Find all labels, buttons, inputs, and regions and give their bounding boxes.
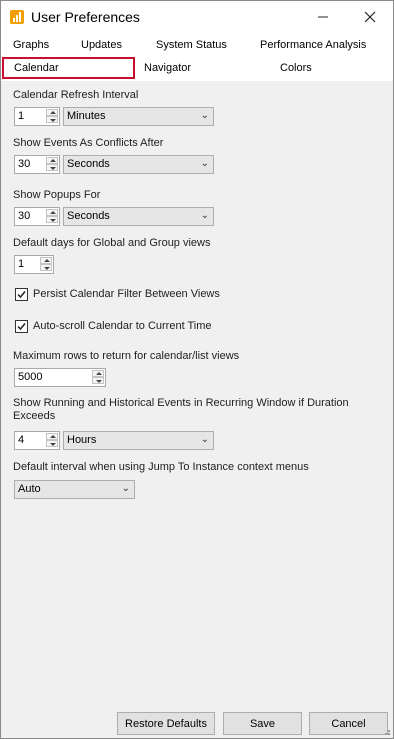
increment-icon[interactable]: [46, 157, 58, 164]
tab-system-status[interactable]: System Status: [156, 39, 227, 51]
checkmark-icon: [17, 291, 26, 299]
conflicts-after-label: Show Events As Conflicts After: [13, 137, 164, 149]
close-icon[interactable]: [347, 1, 393, 33]
decrement-icon[interactable]: [46, 216, 58, 223]
chevron-down-icon: ⌄: [121, 483, 130, 494]
chevron-down-icon: ⌄: [200, 210, 209, 221]
chevron-down-icon: ⌄: [200, 110, 209, 121]
refresh-interval-unit-select[interactable]: Minutes ⌄: [63, 107, 214, 126]
increment-icon[interactable]: [92, 370, 104, 377]
calendar-settings-panel: Calendar Refresh Interval 1 Minutes ⌄ Sh…: [1, 81, 393, 707]
tab-updates[interactable]: Updates: [81, 39, 122, 51]
chevron-down-icon: ⌄: [200, 158, 209, 169]
jump-interval-select[interactable]: Auto ⌄: [14, 480, 135, 499]
tab-graphs[interactable]: Graphs: [13, 39, 49, 51]
restore-defaults-button[interactable]: Restore Defaults: [117, 712, 215, 735]
minimize-icon[interactable]: [300, 1, 346, 33]
cancel-button[interactable]: Cancel: [309, 712, 388, 735]
persist-filter-checkbox[interactable]: [15, 288, 28, 301]
conflicts-after-stepper[interactable]: 30: [14, 155, 60, 174]
default-days-label: Default days for Global and Group views: [13, 237, 211, 249]
decrement-icon[interactable]: [46, 116, 58, 123]
tab-colors[interactable]: Colors: [280, 62, 312, 74]
refresh-interval-stepper[interactable]: 1: [14, 107, 60, 126]
decrement-icon[interactable]: [40, 264, 52, 271]
user-preferences-window: User Preferences Graphs Updates System S…: [0, 0, 394, 739]
title-bar: User Preferences: [1, 1, 393, 33]
tab-performance-analysis[interactable]: Performance Analysis: [260, 39, 366, 51]
decrement-icon[interactable]: [46, 164, 58, 171]
app-icon: [10, 10, 24, 24]
running-events-label-line1: Show Running and Historical Events in Re…: [13, 397, 349, 409]
decrement-icon[interactable]: [92, 377, 104, 384]
decrement-icon[interactable]: [46, 440, 58, 447]
tab-navigator[interactable]: Navigator: [144, 62, 191, 74]
popups-for-label: Show Popups For: [13, 189, 101, 201]
increment-icon[interactable]: [46, 209, 58, 216]
chevron-down-icon: ⌄: [200, 434, 209, 445]
popups-for-stepper[interactable]: 30: [14, 207, 60, 226]
running-events-label-line2: Exceeds: [13, 410, 56, 422]
refresh-interval-label: Calendar Refresh Interval: [13, 89, 139, 101]
dialog-footer: Restore Defaults Save Cancel: [1, 707, 393, 738]
increment-icon[interactable]: [40, 257, 52, 264]
autoscroll-checkbox[interactable]: [15, 320, 28, 333]
max-rows-stepper[interactable]: 5000: [14, 368, 106, 387]
window-title: User Preferences: [31, 9, 140, 25]
conflicts-after-unit-select[interactable]: Seconds ⌄: [63, 155, 214, 174]
tab-calendar[interactable]: Calendar: [2, 57, 135, 79]
autoscroll-label: Auto-scroll Calendar to Current Time: [33, 320, 212, 332]
running-events-stepper[interactable]: 4: [14, 431, 60, 450]
save-button[interactable]: Save: [223, 712, 302, 735]
tab-strip: Graphs Updates System Status Performance…: [1, 33, 393, 81]
increment-icon[interactable]: [46, 433, 58, 440]
persist-filter-label: Persist Calendar Filter Between Views: [33, 288, 220, 300]
checkmark-icon: [17, 323, 26, 331]
default-days-stepper[interactable]: 1: [14, 255, 54, 274]
popups-for-unit-select[interactable]: Seconds ⌄: [63, 207, 214, 226]
increment-icon[interactable]: [46, 109, 58, 116]
jump-interval-label: Default interval when using Jump To Inst…: [13, 461, 309, 473]
resize-grip-icon[interactable]: [381, 726, 391, 736]
running-events-unit-select[interactable]: Hours ⌄: [63, 431, 214, 450]
max-rows-label: Maximum rows to return for calendar/list…: [13, 350, 240, 362]
